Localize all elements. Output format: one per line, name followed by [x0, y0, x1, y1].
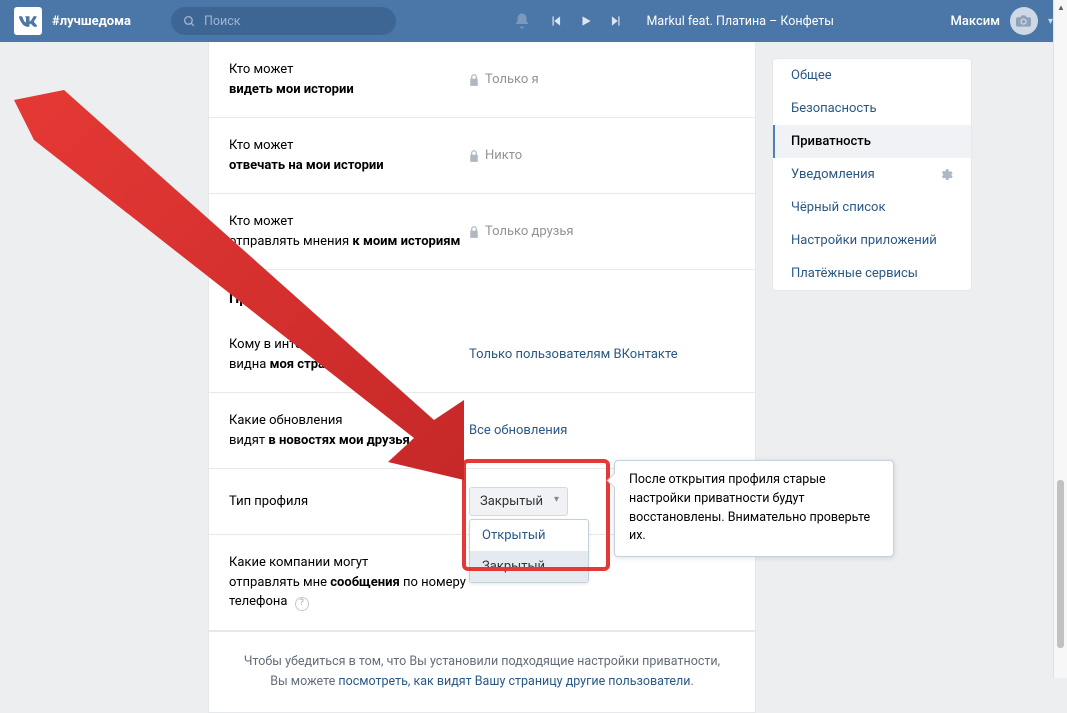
scrollbar-thumb[interactable]	[1057, 480, 1064, 648]
settings-panel: Кто может видеть мои истории Только я Кт…	[208, 42, 756, 713]
username: Максим	[951, 14, 1000, 29]
lock-icon	[469, 150, 479, 162]
help-icon[interactable]: ?	[295, 597, 309, 611]
setting-row[interactable]: Кто может видеть мои истории Только я	[209, 42, 755, 118]
avatar	[1010, 7, 1038, 35]
setting-label: Кто может отвечать на мои истории	[229, 136, 469, 175]
track-title[interactable]: Markul feat. Платина – Конфеты	[647, 14, 834, 29]
search-input[interactable]: Поиск	[171, 7, 396, 35]
setting-row[interactable]: Кто может отвечать на мои истории Никто	[209, 118, 755, 194]
bell-icon[interactable]	[513, 11, 531, 31]
player-controls: Markul feat. Платина – Конфеты	[549, 13, 834, 29]
hashtag[interactable]: #лучшедома	[52, 14, 131, 29]
setting-value: Только друзья	[469, 224, 574, 239]
setting-value[interactable]: Все обновления	[469, 423, 567, 438]
header-center: Markul feat. Платина – Конфеты	[396, 11, 951, 31]
setting-row[interactable]: Какие обновления видят в новостях мои др…	[209, 393, 755, 469]
gear-icon[interactable]	[939, 168, 953, 182]
top-header: #лучшедома Поиск Markul feat. Платина – …	[0, 0, 1067, 42]
sidebar-item-security[interactable]: Безопасность	[773, 92, 971, 125]
lock-icon	[469, 74, 479, 86]
dropdown-option-open[interactable]: Открытый	[470, 520, 588, 551]
prev-track-icon[interactable]	[549, 14, 563, 28]
camera-icon	[1016, 15, 1031, 27]
sidebar-item-blacklist[interactable]: Чёрный список	[773, 191, 971, 224]
profile-type-tooltip: После открытия профиля старые настройки …	[614, 460, 894, 557]
setting-value: Только я	[469, 72, 539, 87]
vk-logo[interactable]	[14, 7, 42, 35]
dropdown-option-closed[interactable]: Закрытый	[470, 551, 588, 582]
sidebar-item-app-settings[interactable]: Настройки приложений	[773, 224, 971, 257]
section-title-other: Прочее	[209, 270, 755, 317]
setting-label: Какие компании могут отправлять мне сооб…	[229, 553, 509, 612]
setting-label: Кто может видеть мои истории	[229, 60, 469, 99]
setting-label: Тип профиля	[229, 492, 469, 512]
search-placeholder: Поиск	[204, 14, 241, 29]
sidebar-item-privacy[interactable]: Приватность	[773, 125, 971, 158]
setting-label: Какие обновления видят в новостях мои др…	[229, 411, 469, 450]
setting-value[interactable]: Только пользователям ВКонтакте	[469, 347, 678, 362]
dropdown-menu: Открытый Закрытый	[469, 519, 589, 583]
sidebar-item-general[interactable]: Общее	[773, 59, 971, 92]
sidebar-item-notifications[interactable]: Уведомления	[773, 158, 971, 191]
setting-row[interactable]: Кто может отправлять мнения к моим истор…	[209, 194, 755, 270]
search-icon	[183, 15, 196, 28]
preview-link[interactable]: посмотреть, как видят Вашу страницу друг…	[338, 674, 690, 689]
setting-row[interactable]: Кому в интернете видна моя страница Толь…	[209, 317, 755, 393]
setting-value: Никто	[469, 148, 522, 163]
setting-label: Кому в интернете видна моя страница	[229, 335, 469, 374]
profile-type-dropdown[interactable]: Закрытый Открытый Закрытый	[469, 487, 568, 516]
scrollbar-up-icon[interactable]: ▲	[1057, 3, 1065, 12]
dropdown-button[interactable]: Закрытый	[469, 487, 568, 516]
privacy-footer-note: Чтобы убедиться в том, что Вы установили…	[209, 631, 755, 712]
setting-label: Кто может отправлять мнения к моим истор…	[229, 212, 469, 251]
lock-icon	[469, 226, 479, 238]
sidebar-item-payment[interactable]: Платёжные сервисы	[773, 257, 971, 290]
next-track-icon[interactable]	[609, 14, 623, 28]
settings-sidebar: Общее Безопасность Приватность Уведомлен…	[772, 58, 972, 291]
header-user[interactable]: Максим ▾	[951, 7, 1053, 35]
play-icon[interactable]	[579, 13, 593, 29]
